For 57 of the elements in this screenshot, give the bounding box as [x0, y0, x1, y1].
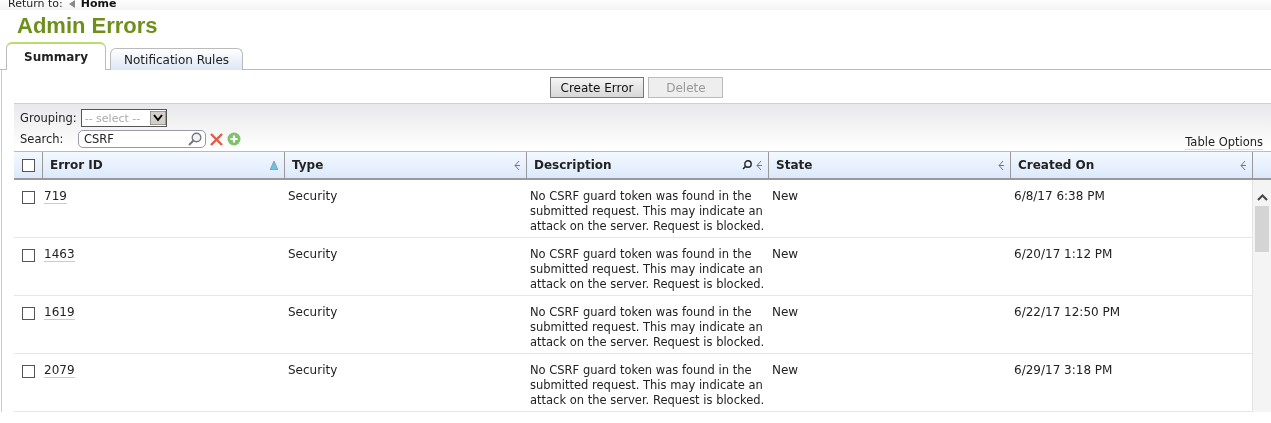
table-cell: 6/22/17 12:50 PM — [1014, 305, 1121, 319]
select-all-checkbox[interactable] — [21, 158, 35, 172]
column-header[interactable]: State — [769, 152, 1011, 178]
column-header[interactable]: Description — [527, 152, 769, 178]
column-label: Error ID — [50, 158, 103, 172]
action-button[interactable]: Create Error — [549, 77, 645, 98]
search-icon[interactable] — [742, 160, 752, 170]
search-icon — [188, 132, 202, 146]
table-cell: 6/8/17 6:38 PM — [1014, 189, 1105, 203]
tab[interactable]: Summary — [6, 42, 107, 70]
column-label: State — [776, 158, 813, 172]
error-id-link[interactable]: 2079 — [44, 363, 75, 378]
table-cell: Security — [288, 363, 338, 377]
error-id-link[interactable]: 719 — [44, 189, 67, 204]
column-header[interactable]: Created On — [1011, 152, 1253, 178]
column-label: Description — [534, 158, 612, 172]
column-label: Created On — [1018, 158, 1095, 172]
sort-arrows-icon[interactable] — [1239, 159, 1246, 171]
column-header[interactable]: Error ID — [43, 152, 285, 178]
row-checkbox[interactable] — [21, 307, 35, 320]
error-id-link[interactable]: 1619 — [44, 305, 75, 320]
table-cell: Security — [288, 189, 338, 203]
table-cell: Security — [288, 247, 338, 261]
table-cell-text: No CSRF guard token was found in the submitted request. This may indicate an attack on the server. Request is blocked. — [530, 247, 766, 292]
error-id-link[interactable]: 1463 — [44, 247, 75, 262]
table-cell-text: No CSRF guard token was found in the submitted request. This may indicate an attack on the server. Request is blocked. — [530, 189, 766, 234]
back-arrow-icon — [68, 0, 75, 8]
scrollbar-thumb[interactable] — [1255, 206, 1269, 252]
table-cell: New — [772, 247, 799, 261]
column-label: Type — [292, 158, 324, 172]
sort-ascending-icon[interactable] — [270, 160, 278, 170]
column-header[interactable]: Type — [285, 152, 527, 178]
table-cell: New — [772, 363, 799, 377]
table-cell: New — [772, 189, 799, 203]
table-cell: 6/20/17 1:12 PM — [1014, 247, 1113, 261]
row-checkbox[interactable] — [21, 249, 35, 262]
dropdown-arrow-icon — [149, 111, 166, 125]
page-title: Admin Errors — [16, 12, 159, 40]
sort-arrows-icon[interactable] — [997, 159, 1004, 171]
row-checkbox[interactable] — [21, 365, 35, 378]
clear-icon[interactable] — [210, 132, 223, 146]
row-checkbox[interactable] — [21, 191, 35, 204]
tab[interactable]: Notification Rules — [110, 48, 244, 70]
scrollbar[interactable] — [1252, 180, 1271, 412]
sort-arrows-icon[interactable] — [513, 159, 520, 171]
table-cell: Security — [288, 305, 338, 319]
search-label: Search: — [20, 132, 65, 146]
search-field[interactable]: CSRF — [78, 130, 206, 148]
table-cell-text: No CSRF guard token was found in the submitted request. This may indicate an attack on the server. Request is blocked. — [530, 363, 766, 408]
table-cell-text: No CSRF guard token was found in the submitted request. This may indicate an attack on the server. Request is blocked. — [530, 305, 766, 350]
grouping-label: Grouping: — [20, 111, 77, 125]
sort-arrows-icon[interactable] — [755, 159, 762, 171]
table-cell: New — [772, 305, 799, 319]
scroll-up-icon[interactable] — [1256, 194, 1268, 201]
add-icon[interactable] — [227, 132, 241, 146]
table-cell: 6/29/17 3:18 PM — [1014, 363, 1113, 377]
table-options-link[interactable]: Table Options — [1185, 135, 1263, 150]
